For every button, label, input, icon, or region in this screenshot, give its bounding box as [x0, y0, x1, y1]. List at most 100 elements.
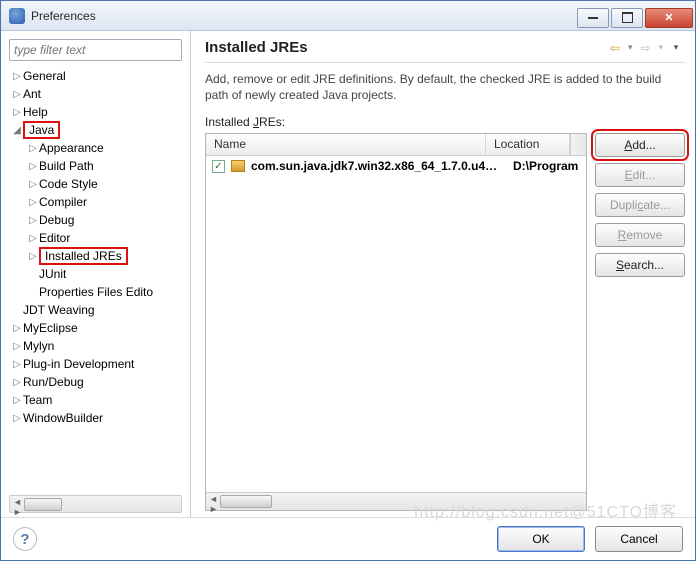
col-location[interactable]: Location: [486, 134, 570, 155]
close-button[interactable]: [645, 8, 693, 28]
list-label: Installed JREs:: [205, 115, 685, 129]
tree-item-installed-jres[interactable]: ▷Installed JREs: [7, 247, 190, 265]
collapse-icon[interactable]: ◢: [11, 125, 23, 136]
col-name[interactable]: Name: [206, 134, 486, 155]
tree-item-windowbuilder[interactable]: ▷WindowBuilder: [7, 409, 190, 427]
edit-button: Edit...: [595, 163, 685, 187]
tree-item-ant[interactable]: ▷Ant: [7, 85, 190, 103]
page-pane: Installed JREs ⇦▾ ⇨▾ ▾ Add, remove or ed…: [191, 31, 695, 517]
expand-icon[interactable]: ▷: [11, 71, 23, 82]
tree-label: Editor: [39, 231, 70, 245]
tree-label: Mylyn: [23, 339, 54, 353]
table-area: Name Location ✓ com.sun.java.jdk7.win32.…: [205, 133, 685, 511]
tree-item-jdt-weaving[interactable]: JDT Weaving: [7, 301, 190, 319]
window-title: Preferences: [31, 9, 577, 23]
tree-item-help[interactable]: ▷Help: [7, 103, 190, 121]
expand-icon[interactable]: ▷: [27, 143, 39, 154]
expand-icon[interactable]: ▷: [11, 413, 23, 424]
tree-label: JDT Weaving: [23, 303, 95, 317]
tree-label: Java: [23, 121, 60, 139]
expand-icon[interactable]: ▷: [11, 323, 23, 334]
window-controls: [577, 4, 695, 28]
tree-item-build-path[interactable]: ▷Build Path: [7, 157, 190, 175]
cancel-button[interactable]: Cancel: [595, 526, 683, 552]
tree-item-debug[interactable]: ▷Debug: [7, 211, 190, 229]
tree-label: Build Path: [39, 159, 94, 173]
tree-label: Compiler: [39, 195, 87, 209]
app-icon: [9, 8, 25, 24]
tree-label: Appearance: [39, 141, 104, 155]
expand-icon[interactable]: ▷: [11, 395, 23, 406]
jre-table[interactable]: Name Location ✓ com.sun.java.jdk7.win32.…: [205, 133, 587, 511]
category-tree[interactable]: ▷General ▷Ant ▷Help ◢Java ▷Appearance ▷B…: [1, 67, 190, 493]
footer: ? OK Cancel: [1, 518, 695, 560]
table-row[interactable]: ✓ com.sun.java.jdk7.win32.x86_64_1.7.0.u…: [206, 156, 586, 176]
cell-name: com.sun.java.jdk7.win32.x86_64_1.7.0.u4…: [251, 159, 513, 173]
tree-item-plugin-dev[interactable]: ▷Plug-in Development: [7, 355, 190, 373]
tree-label: Properties Files Edito: [39, 285, 153, 299]
tree-item-appearance[interactable]: ▷Appearance: [7, 139, 190, 157]
table-body: ✓ com.sun.java.jdk7.win32.x86_64_1.7.0.u…: [206, 156, 586, 492]
expand-icon[interactable]: ▷: [27, 251, 39, 262]
titlebar: Preferences: [1, 1, 695, 31]
forward-icon[interactable]: ⇨: [636, 40, 654, 56]
preferences-dialog: Preferences ▷General ▷Ant ▷Help ◢Java ▷A…: [0, 0, 696, 561]
tree-label: JUnit: [39, 267, 66, 281]
tree-item-java[interactable]: ◢Java: [7, 121, 190, 139]
category-tree-pane: ▷General ▷Ant ▷Help ◢Java ▷Appearance ▷B…: [1, 31, 191, 517]
expand-icon[interactable]: ▷: [11, 341, 23, 352]
expand-icon[interactable]: ▷: [27, 215, 39, 226]
tree-item-myeclipse[interactable]: ▷MyEclipse: [7, 319, 190, 337]
v-scroll-gutter: [570, 134, 586, 155]
back-icon[interactable]: ⇦: [606, 40, 624, 56]
tree-item-run-debug[interactable]: ▷Run/Debug: [7, 373, 190, 391]
expand-icon[interactable]: ▷: [11, 89, 23, 100]
help-icon[interactable]: ?: [13, 527, 37, 551]
add-button[interactable]: Add...: [595, 133, 685, 157]
page-description: Add, remove or edit JRE definitions. By …: [205, 63, 685, 113]
tree-label: WindowBuilder: [23, 411, 103, 425]
tree-item-general[interactable]: ▷General: [7, 67, 190, 85]
expand-icon[interactable]: ▷: [27, 179, 39, 190]
page-title: Installed JREs: [205, 39, 606, 56]
filter-input[interactable]: [9, 39, 182, 61]
tree-label: Ant: [23, 87, 41, 101]
dropdown-icon[interactable]: ▾: [658, 42, 663, 53]
tree-item-editor[interactable]: ▷Editor: [7, 229, 190, 247]
content: ▷General ▷Ant ▷Help ◢Java ▷Appearance ▷B…: [1, 31, 695, 560]
tree-item-code-style[interactable]: ▷Code Style: [7, 175, 190, 193]
minimize-button[interactable]: [577, 8, 609, 28]
jre-checkbox[interactable]: ✓: [212, 160, 225, 173]
tree-label: Help: [23, 105, 48, 119]
table-header: Name Location: [206, 134, 586, 156]
expand-icon[interactable]: ▷: [11, 359, 23, 370]
tree-item-compiler[interactable]: ▷Compiler: [7, 193, 190, 211]
expand-icon[interactable]: ▷: [11, 107, 23, 118]
tree-item-team[interactable]: ▷Team: [7, 391, 190, 409]
tree-label: Team: [23, 393, 52, 407]
main-split: ▷General ▷Ant ▷Help ◢Java ▷Appearance ▷B…: [1, 31, 695, 517]
table-h-scrollbar[interactable]: [206, 492, 586, 510]
tree-label: Run/Debug: [23, 375, 84, 389]
tree-h-scrollbar[interactable]: [9, 495, 182, 513]
tree-label: Debug: [39, 213, 74, 227]
menu-icon[interactable]: ▾: [667, 40, 685, 56]
expand-icon[interactable]: ▷: [27, 233, 39, 244]
remove-button: Remove: [595, 223, 685, 247]
ok-button[interactable]: OK: [497, 526, 585, 552]
tree-item-junit[interactable]: JUnit: [7, 265, 190, 283]
maximize-button[interactable]: [611, 8, 643, 28]
cell-location: D:\Program: [513, 159, 578, 173]
expand-icon[interactable]: ▷: [11, 377, 23, 388]
expand-icon[interactable]: ▷: [27, 161, 39, 172]
page-nav-icons: ⇦▾ ⇨▾ ▾: [606, 40, 685, 56]
tree-item-properties-files-editor[interactable]: Properties Files Edito: [7, 283, 190, 301]
tree-label: Plug-in Development: [23, 357, 134, 371]
button-column: Add... Edit... Duplicate... Remove Searc…: [595, 133, 685, 511]
search-button[interactable]: Search...: [595, 253, 685, 277]
dropdown-icon[interactable]: ▾: [628, 42, 633, 53]
expand-icon[interactable]: ▷: [27, 197, 39, 208]
tree-label: Code Style: [39, 177, 98, 191]
tree-item-mylyn[interactable]: ▷Mylyn: [7, 337, 190, 355]
tree-label: Installed JREs: [39, 247, 128, 265]
